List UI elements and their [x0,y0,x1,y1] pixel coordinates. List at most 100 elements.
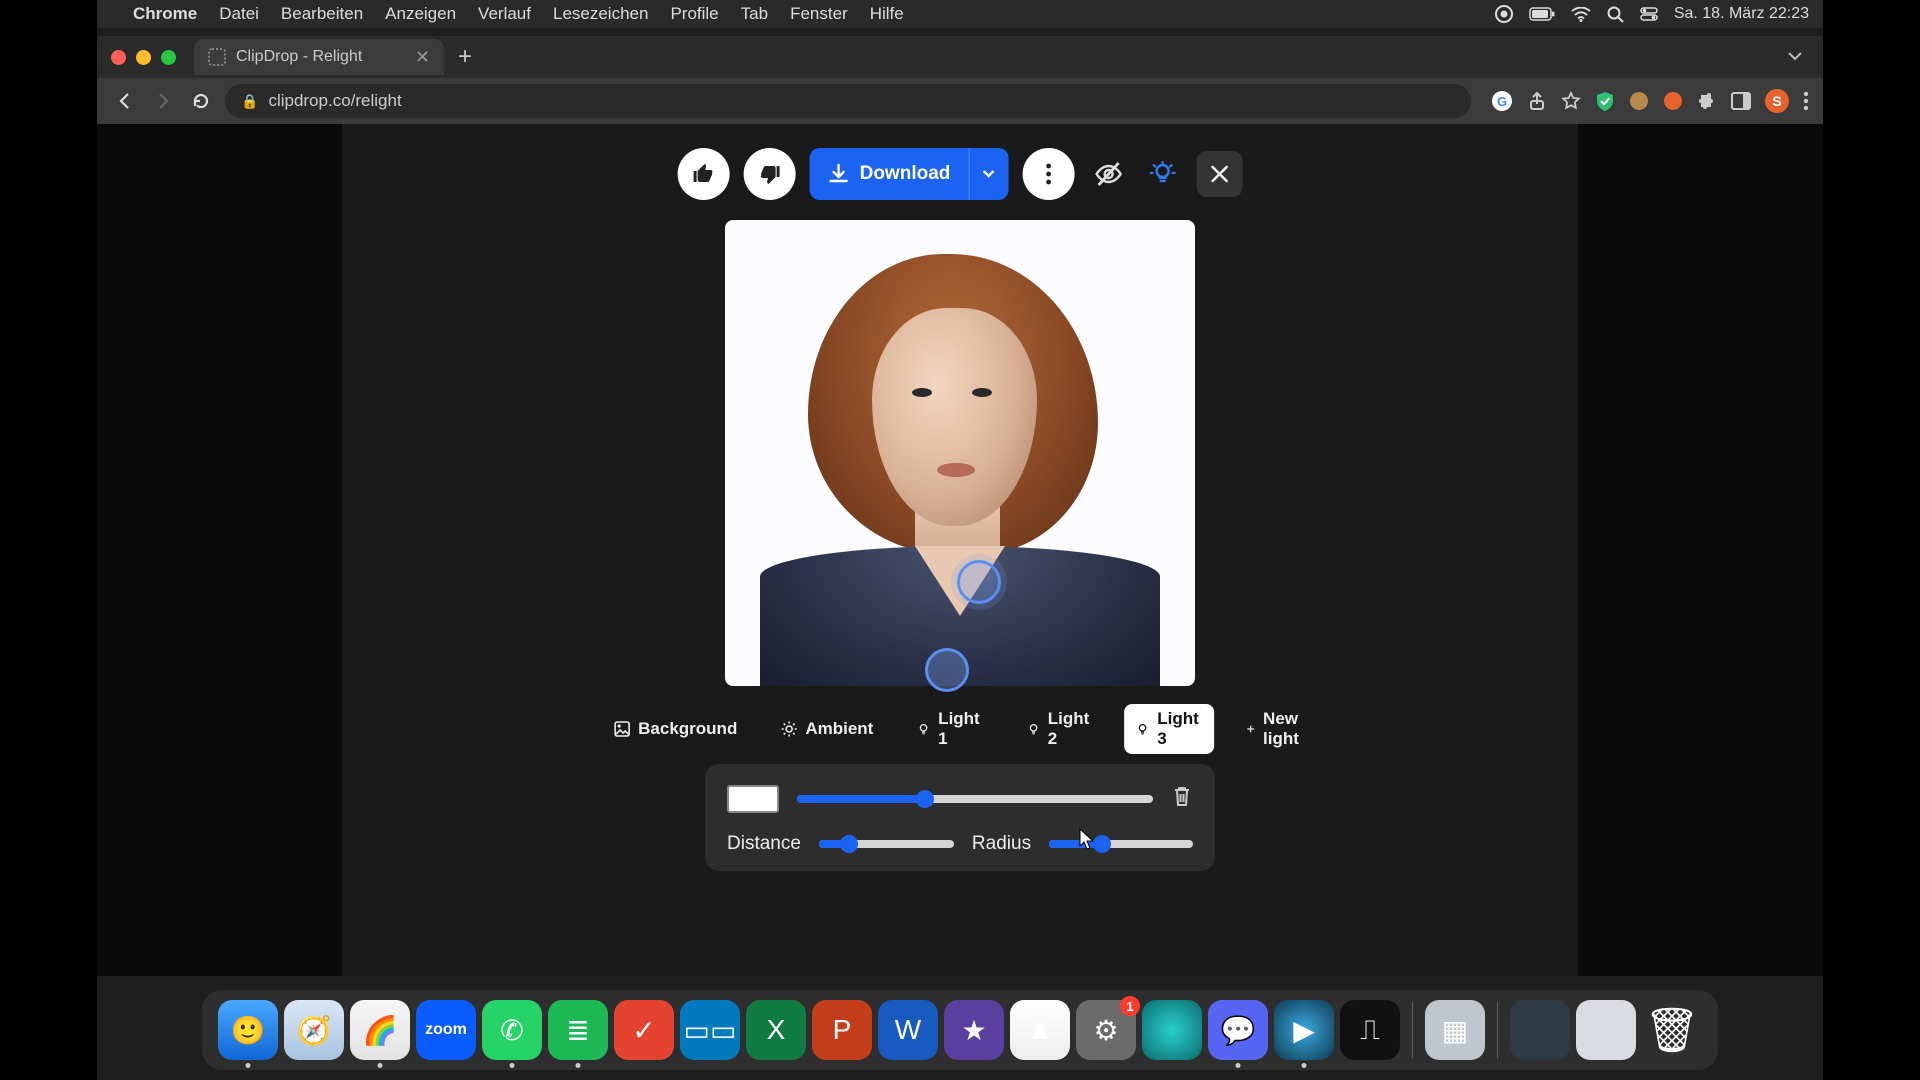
tab-ambient[interactable]: Ambient [769,714,885,744]
light-color-swatch[interactable] [727,785,779,813]
add-light-label: New light [1263,709,1306,749]
menubar-control-center-icon[interactable] [1640,7,1658,21]
tab-close-icon[interactable]: ✕ [415,47,430,68]
light-controls-panel: Distance Radius [705,764,1215,871]
tabs-dropdown-icon[interactable] [1787,48,1803,66]
menubar-wifi-icon[interactable] [1571,7,1591,22]
dock-finder[interactable]: 🙂 [218,1000,278,1060]
dock-trello[interactable]: ▭▭ [680,1000,740,1060]
address-bar[interactable]: 🔒 clipdrop.co/relight [225,84,1471,118]
dock-word[interactable]: W [878,1000,938,1060]
download-options-button[interactable] [968,148,1008,200]
share-icon[interactable] [1527,91,1547,111]
new-tab-button[interactable]: + [458,43,472,71]
download-label: Download [860,163,951,185]
relight-mode-icon[interactable] [1142,161,1182,187]
menu-fenster[interactable]: Fenster [790,4,848,24]
dock-safari[interactable]: 🧭 [284,1000,344,1060]
light-tabs: Background Ambient Light 1 Light 2 Light… [602,704,1318,754]
ext-shield-icon[interactable] [1595,90,1615,112]
chrome-menu-icon[interactable] [1803,91,1809,111]
image-canvas[interactable] [725,220,1195,686]
sidepanel-icon[interactable] [1731,92,1751,110]
intensity-slider[interactable] [797,795,1153,803]
menubar-record-icon[interactable] [1495,5,1513,23]
radius-slider[interactable] [1049,840,1193,848]
dock-zoom[interactable]: zoom [416,1000,476,1060]
menu-tab[interactable]: Tab [741,4,768,24]
dock-voicememos[interactable]: ⎍ [1340,1000,1400,1060]
delete-light-button[interactable] [1171,784,1193,813]
window-minimize[interactable] [136,50,151,65]
radius-thumb[interactable] [1093,835,1111,853]
download-icon [828,163,850,185]
profile-avatar[interactable]: S [1765,89,1789,113]
bookmark-star-icon[interactable] [1561,91,1581,111]
menu-hilfe[interactable]: Hilfe [870,4,904,24]
dock-discord[interactable]: 💬 [1208,1000,1268,1060]
dock-desktop1[interactable] [1510,1000,1570,1060]
dock-whatsapp[interactable]: ✆ [482,1000,542,1060]
macos-menubar: Chrome Datei Bearbeiten Anzeigen Verlauf… [97,0,1823,28]
google-account-icon[interactable]: G [1491,90,1513,112]
menubar-app-name[interactable]: Chrome [133,4,197,24]
dock-trash[interactable]: 🗑 [1642,1000,1702,1060]
distance-slider[interactable] [819,840,954,848]
thumbs-up-button[interactable] [678,148,730,200]
bulb-icon [1027,721,1040,737]
window-close[interactable] [111,50,126,65]
light-handle-1[interactable] [957,560,1001,604]
download-button[interactable]: Download [810,148,1009,200]
dock-settings[interactable]: ⚙1 [1076,1000,1136,1060]
dock-imovie[interactable]: ★ [944,1000,1004,1060]
tab-light3[interactable]: Light 3 [1124,704,1214,754]
nav-back-button[interactable] [111,87,139,115]
menubar-clock[interactable]: Sa. 18. März 22:23 [1674,5,1809,23]
extensions-puzzle-icon[interactable] [1697,91,1717,111]
dock-siri[interactable] [1142,1000,1202,1060]
lock-icon: 🔒 [241,93,258,110]
ext-icon-2[interactable] [1663,91,1683,111]
dock-drive[interactable]: ▲ [1010,1000,1070,1060]
tab-light2[interactable]: Light 2 [1015,704,1105,754]
menu-lesezeichen[interactable]: Lesezeichen [553,4,648,24]
menu-anzeigen[interactable]: Anzeigen [385,4,456,24]
ext-icon-1[interactable] [1629,91,1649,111]
close-editor-button[interactable] [1196,151,1242,197]
browser-tabstrip: ClipDrop - Relight ✕ + [97,36,1823,78]
relight-app: Download [342,124,1578,976]
image-icon [614,721,630,737]
visibility-toggle-icon[interactable] [1088,161,1128,187]
menubar-battery-icon[interactable] [1529,7,1555,21]
intensity-fill [797,795,925,803]
dock-quicktime[interactable]: ▶ [1274,1000,1334,1060]
window-zoom[interactable] [161,50,176,65]
dock-launchpad[interactable]: ▦ [1425,1000,1485,1060]
dock-excel[interactable]: X [746,1000,806,1060]
more-options-button[interactable] [1022,148,1074,200]
editor-toolbar: Download [678,148,1243,200]
dock-spotify[interactable]: ≣ [548,1000,608,1060]
nav-forward-button[interactable] [149,87,177,115]
dock-chrome[interactable]: 🌈 [350,1000,410,1060]
add-light-button[interactable]: New light [1234,704,1318,754]
dock-powerpoint[interactable]: P [812,1000,872,1060]
macos-dock: 🙂🧭🌈zoom✆≣✓▭▭XPW★▲⚙1 💬▶⎍ ▦ 🗑 [202,990,1718,1070]
radius-label: Radius [972,833,1031,855]
light-handle-2[interactable] [925,648,969,692]
nav-reload-button[interactable] [187,87,215,115]
distance-thumb[interactable] [840,835,858,853]
browser-toolbar: 🔒 clipdrop.co/relight G S [97,78,1823,124]
dock-desktop2[interactable] [1576,1000,1636,1060]
menu-datei[interactable]: Datei [219,4,259,24]
browser-tab[interactable]: ClipDrop - Relight ✕ [194,39,444,75]
menubar-search-icon[interactable] [1607,6,1624,23]
menu-profile[interactable]: Profile [670,4,718,24]
thumbs-down-button[interactable] [744,148,796,200]
tab-light1[interactable]: Light 1 [905,704,995,754]
tab-background[interactable]: Background [602,714,749,744]
menu-verlauf[interactable]: Verlauf [478,4,531,24]
dock-todoist[interactable]: ✓ [614,1000,674,1060]
intensity-thumb[interactable] [916,790,934,808]
menu-bearbeiten[interactable]: Bearbeiten [281,4,363,24]
